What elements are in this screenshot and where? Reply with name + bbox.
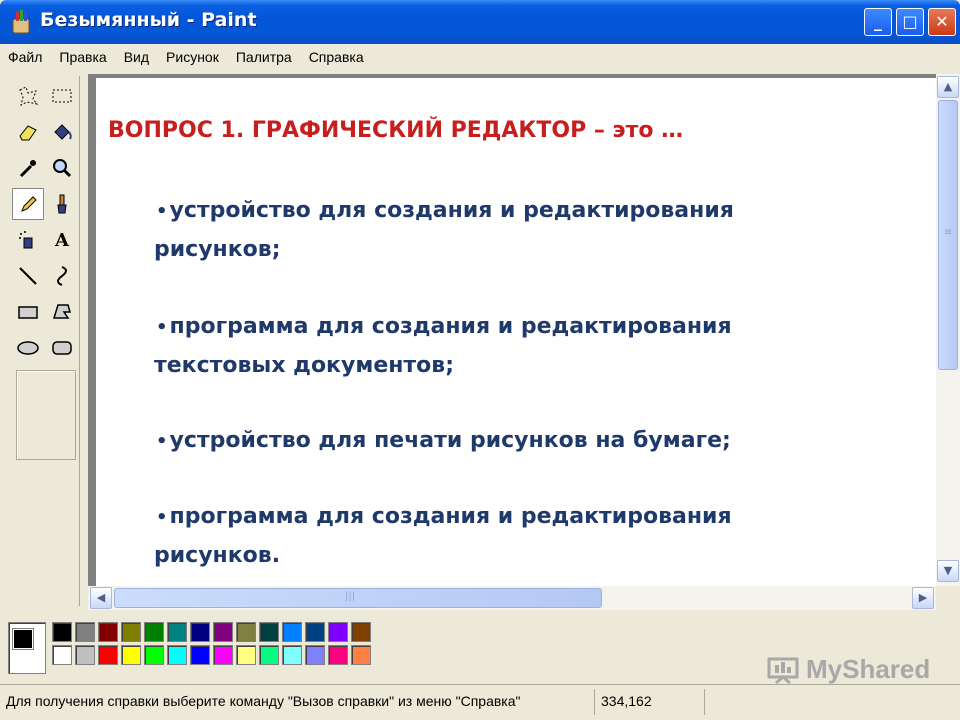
answer-option-1: •устройство для создания и редактировани… [154,192,896,269]
answer-line: программа для создания и редактирования [169,314,732,339]
palette-swatch[interactable] [144,622,164,642]
rect-select-icon[interactable] [46,80,78,112]
color-picker-icon[interactable] [12,152,44,184]
menu-image[interactable]: Рисунок [166,49,219,65]
curve-icon[interactable] [46,260,78,292]
pencil-icon[interactable] [12,188,44,220]
rectangle-icon[interactable] [12,296,44,328]
fill-icon[interactable] [46,116,78,148]
palette-swatch[interactable] [75,645,95,665]
text-icon[interactable]: A [46,224,78,256]
palette-swatch[interactable] [98,622,118,642]
status-size-pane [704,689,934,715]
paint-app-icon [12,10,30,34]
palette-swatch[interactable] [167,645,187,665]
status-coordinates: 334,162 [594,689,704,715]
menu-edit[interactable]: Правка [59,49,106,65]
tool-options-panel[interactable] [16,370,76,460]
horizontal-scroll-thumb[interactable]: ||| [114,588,602,608]
palette-swatch[interactable] [144,645,164,665]
palette-swatch[interactable] [190,622,210,642]
title-bar[interactable]: Безымянный - Paint _ □ ✕ [0,0,960,44]
menu-bar: Файл Правка Вид Рисунок Палитра Справка [0,44,960,70]
answer-line: устройство для создания и редактирования [169,198,734,223]
rounded-rect-icon[interactable] [46,332,78,364]
scroll-grip: ||| [345,591,356,602]
palette-swatch[interactable] [351,622,371,642]
polygon-icon[interactable] [46,296,78,328]
menu-help[interactable]: Справка [309,49,364,65]
palette-swatch[interactable] [213,622,233,642]
palette-swatch[interactable] [213,645,233,665]
palette-swatch[interactable] [121,622,141,642]
magnifier-icon[interactable] [46,152,78,184]
foreground-color [12,628,34,650]
vertical-scroll-thumb[interactable]: ≡ [938,100,958,370]
answer-line: рисунков; [154,237,281,262]
palette-swatch[interactable] [167,622,187,642]
ellipse-icon[interactable] [12,332,44,364]
palette-swatch[interactable] [282,645,302,665]
answer-option-4: •программа для создания и редактирования… [154,498,896,575]
current-colors[interactable] [8,622,46,674]
line-icon[interactable] [12,260,44,292]
horizontal-scrollbar[interactable]: ◀ ||| ▶ [88,586,936,610]
maximize-button[interactable]: □ [896,8,924,36]
palette-swatch[interactable] [52,645,72,665]
palette-swatch[interactable] [98,645,118,665]
menu-view[interactable]: Вид [124,49,149,65]
toolbox: A [8,76,80,606]
answer-line: текстовых документов; [154,353,455,378]
palette-swatch[interactable] [259,622,279,642]
scroll-up-button[interactable]: ▲ [937,76,959,98]
scroll-left-button[interactable]: ◀ [90,587,112,609]
window-title: Безымянный - Paint [40,9,257,31]
palette-swatch[interactable] [328,645,348,665]
brush-icon[interactable] [46,188,78,220]
bullet: • [156,507,168,528]
scroll-right-button[interactable]: ▶ [912,587,934,609]
status-help-text: Для получения справки выберите команду "… [6,693,521,709]
airbrush-icon[interactable] [12,224,44,256]
answer-option-2: •программа для создания и редактирования… [154,308,896,385]
question-title: ВОПРОС 1. ГРАФИЧЕСКИЙ РЕДАКТОР – это … [108,118,684,143]
palette-swatch[interactable] [305,645,325,665]
palette-swatch[interactable] [236,622,256,642]
vertical-scrollbar[interactable]: ▲ ≡ ▼ [936,74,960,586]
presentation-icon [767,657,799,684]
watermark-text: MyShared [806,654,931,684]
scroll-grip: ≡ [944,227,953,238]
close-button[interactable]: ✕ [928,8,956,36]
status-bar: Для получения справки выберите команду "… [0,684,960,720]
palette-swatch[interactable] [305,622,325,642]
watermark: MyShared [766,654,930,685]
bullet: • [156,317,168,338]
scroll-corner [936,586,960,610]
palette-swatch[interactable] [351,645,371,665]
palette-swatch[interactable] [121,645,141,665]
answer-option-3: •устройство для печати рисунков на бумаг… [156,422,896,461]
palette-swatch[interactable] [328,622,348,642]
menu-colors[interactable]: Палитра [236,49,292,65]
bullet: • [156,201,168,222]
answer-line: программа для создания и редактирования [169,504,732,529]
palette-swatch[interactable] [52,622,72,642]
answer-line: рисунков. [154,543,281,568]
drawing-canvas[interactable]: ВОПРОС 1. ГРАФИЧЕСКИЙ РЕДАКТОР – это … •… [96,78,936,586]
minimize-button[interactable]: _ [864,8,892,36]
eraser-icon[interactable] [12,116,44,148]
palette-swatch[interactable] [75,622,95,642]
palette-swatch[interactable] [236,645,256,665]
palette-swatch[interactable] [190,645,210,665]
free-select-icon[interactable] [12,80,44,112]
palette-swatch[interactable] [282,622,302,642]
bullet: • [156,431,168,452]
menu-file[interactable]: Файл [8,49,42,65]
scroll-down-button[interactable]: ▼ [937,560,959,582]
answer-line: устройство для печати рисунков на бумаге… [169,428,731,453]
palette-swatch[interactable] [259,645,279,665]
canvas-workspace: ВОПРОС 1. ГРАФИЧЕСКИЙ РЕДАКТОР – это … •… [88,74,936,586]
